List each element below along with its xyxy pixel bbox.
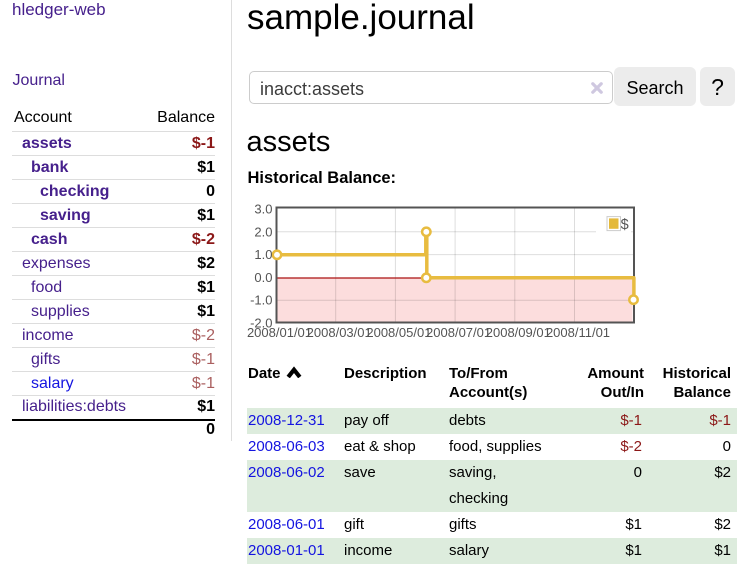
svg-text:2.0: 2.0: [254, 224, 272, 239]
svg-text:$: $: [621, 217, 629, 233]
svg-text:2008/07/01: 2008/07/01: [426, 325, 491, 340]
svg-text:2008/05/01: 2008/05/01: [366, 325, 431, 340]
svg-text:0.0: 0.0: [254, 270, 272, 285]
svg-text:2008/03/01: 2008/03/01: [307, 325, 372, 340]
svg-text:-1.0: -1.0: [250, 293, 272, 308]
svg-text:3.0: 3.0: [254, 202, 272, 217]
svg-text:2008/09/01: 2008/09/01: [486, 325, 551, 340]
svg-text:1.0: 1.0: [254, 247, 272, 262]
svg-text:2008/01/01: 2008/01/01: [247, 325, 312, 340]
svg-text:2008/11/01: 2008/11/01: [546, 325, 610, 340]
